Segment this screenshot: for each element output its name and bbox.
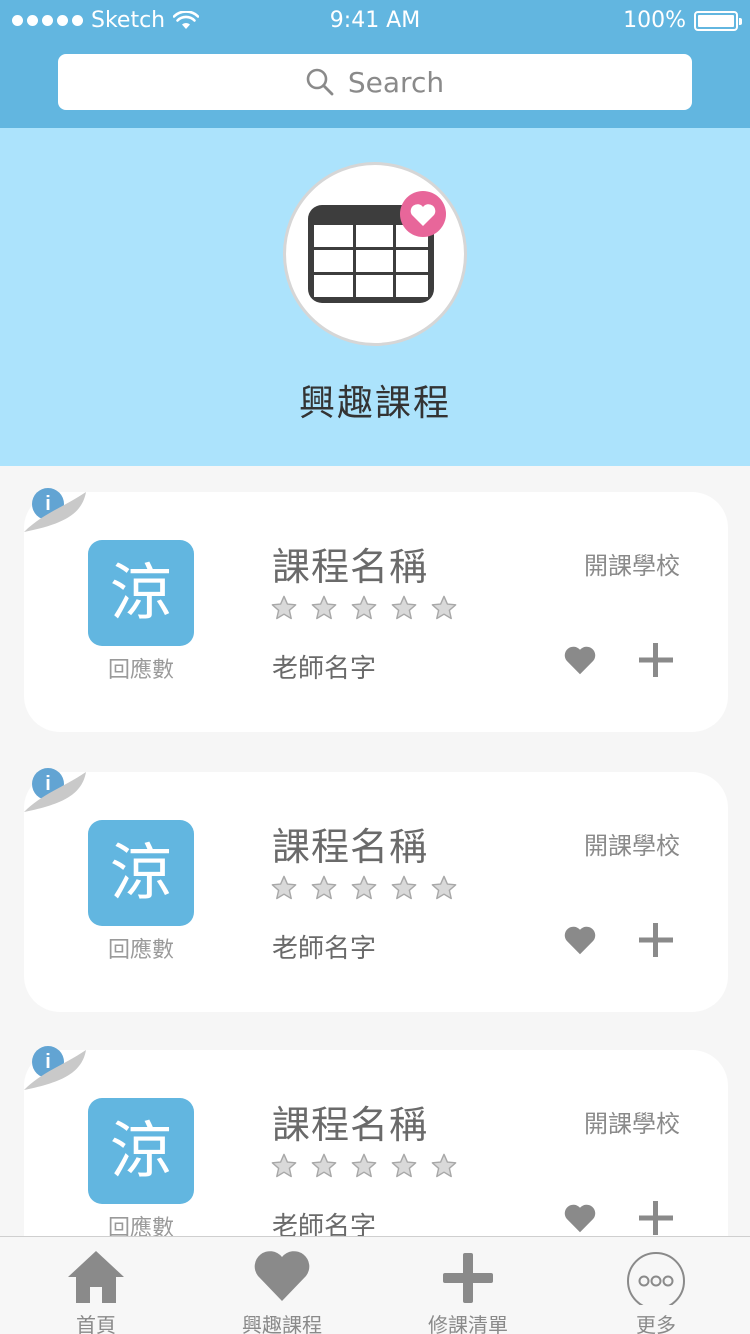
hero-icon-circle	[283, 162, 467, 346]
tab-favorites[interactable]: 興趣課程	[212, 1237, 352, 1334]
svg-text:i: i	[45, 773, 51, 795]
battery-percent: 100%	[623, 8, 686, 33]
star-icon[interactable]	[270, 1152, 298, 1180]
favorite-heart-icon[interactable]	[562, 922, 598, 958]
info-corner-icon[interactable]: i	[22, 488, 92, 532]
star-icon[interactable]	[310, 1152, 338, 1180]
course-school: 開課學校	[584, 832, 680, 860]
course-icon: 涼	[88, 1098, 194, 1204]
star-icon[interactable]	[270, 594, 298, 622]
reply-count-label: 回應數	[107, 938, 174, 963]
svg-text:i: i	[45, 493, 51, 515]
status-bar: Sketch 9:41 AM 100%	[0, 0, 750, 40]
star-icon[interactable]	[350, 594, 378, 622]
heart-icon	[254, 1251, 310, 1301]
info-corner-icon[interactable]: i	[22, 768, 92, 812]
info-corner-icon[interactable]: i	[22, 1046, 92, 1090]
rating-stars[interactable]	[270, 1152, 458, 1180]
tab-label: 更多	[636, 1313, 676, 1334]
search-placeholder: Search	[347, 65, 445, 99]
battery-icon	[694, 10, 742, 31]
star-icon[interactable]	[270, 874, 298, 902]
star-icon[interactable]	[390, 594, 418, 622]
teacher-name: 老師名字	[272, 934, 377, 964]
course-school: 開課學校	[584, 1110, 680, 1138]
star-icon[interactable]	[310, 594, 338, 622]
home-icon	[68, 1251, 124, 1303]
tab-more[interactable]: 更多	[586, 1237, 726, 1334]
course-card[interactable]: i 涼 回應數 課程名稱 開課學校 老師名字	[24, 488, 728, 732]
tab-course-list[interactable]: 修課清單	[398, 1237, 538, 1334]
star-icon[interactable]	[430, 1152, 458, 1180]
search-input[interactable]: Search	[58, 54, 692, 110]
favorite-heart-icon[interactable]	[562, 642, 598, 678]
teacher-name: 老師名字	[272, 654, 377, 684]
more-icon	[627, 1252, 685, 1305]
course-name: 課程名稱	[272, 1103, 429, 1147]
course-card[interactable]: i 涼 回應數 課程名稱 開課學校 老師名字	[24, 768, 728, 1012]
course-name: 課程名稱	[272, 545, 429, 589]
status-right: 100%	[623, 8, 742, 33]
star-icon[interactable]	[350, 874, 378, 902]
reply-count-label: 回應數	[107, 658, 174, 683]
add-plus-icon[interactable]	[636, 1198, 676, 1238]
search-icon	[306, 68, 334, 96]
hero-title: 興趣課程	[298, 383, 451, 424]
star-icon[interactable]	[350, 1152, 378, 1180]
add-plus-icon[interactable]	[636, 640, 676, 680]
tab-label: 首頁	[76, 1313, 116, 1334]
course-school: 開課學校	[584, 552, 680, 580]
rating-stars[interactable]	[270, 874, 458, 902]
course-icon: 涼	[88, 820, 194, 926]
tab-home[interactable]: 首頁	[26, 1237, 166, 1334]
favorite-heart-icon[interactable]	[562, 1200, 598, 1236]
calendar-heart-icon	[308, 191, 446, 303]
course-icon: 涼	[88, 540, 194, 646]
course-name: 課程名稱	[272, 825, 429, 869]
star-icon[interactable]	[430, 874, 458, 902]
star-icon[interactable]	[390, 1152, 418, 1180]
svg-text:i: i	[45, 1051, 51, 1073]
tab-label: 興趣課程	[242, 1313, 322, 1334]
hero-banner: 興趣課程	[0, 128, 750, 466]
star-icon[interactable]	[430, 594, 458, 622]
tab-label: 修課清單	[428, 1313, 508, 1334]
star-icon[interactable]	[390, 874, 418, 902]
tab-bar: 首頁 興趣課程 修課清單 更多	[0, 1236, 750, 1334]
add-plus-icon[interactable]	[636, 920, 676, 960]
rating-stars[interactable]	[270, 594, 458, 622]
header: Sketch 9:41 AM 100% Search	[0, 0, 750, 128]
star-icon[interactable]	[310, 874, 338, 902]
plus-icon	[443, 1253, 493, 1303]
